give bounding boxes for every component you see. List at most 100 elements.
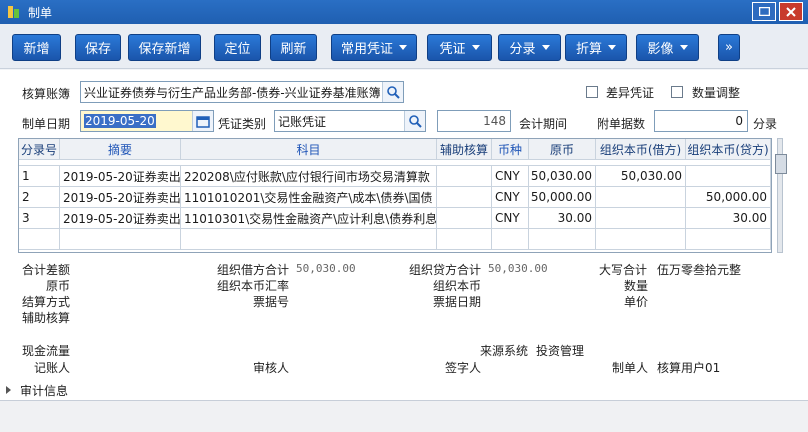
col-header-debit[interactable]: 组织本币(借方) [596,139,686,160]
close-button[interactable] [779,2,803,21]
debit-cell[interactable] [596,187,686,208]
expand-arrow-icon [6,386,11,394]
attachments-field[interactable]: 0 [654,110,748,132]
more-button[interactable]: » [718,34,740,61]
date-value: 2019-05-20 [84,114,156,128]
convert-dropdown[interactable]: 折算 [565,34,627,61]
debit-cell[interactable]: 50,030.00 [596,166,686,187]
save-new-button-label: 保存新增 [138,42,191,57]
voucher-number-value: 148 [483,114,506,128]
empty-cell[interactable] [492,229,529,250]
image-dropdown[interactable]: 影像 [636,34,699,61]
col-header-entry-no[interactable]: 分录号 [19,139,60,160]
voucher-number-field[interactable]: 148 [437,110,511,132]
voucher-type-search-button[interactable] [404,111,425,131]
aux-cell[interactable] [437,187,492,208]
close-icon [786,6,796,17]
summary-cell[interactable]: 2019-05-20证券卖出 [60,187,181,208]
maximize-icon [758,7,770,16]
bookkeeper-label: 记账人 [34,361,71,375]
date-label: 制单日期 [22,117,71,131]
title-bar: 制单 [0,0,808,24]
credit-cell[interactable]: 50,000.00 [686,187,771,208]
status-bar [0,400,808,432]
refresh-button[interactable]: 刷新 [270,34,317,61]
orig-amount-cell[interactable]: 50,030.00 [529,166,596,187]
save-button[interactable]: 保存 [75,34,121,61]
maker-label: 制单人 [612,361,649,375]
settlement-label: 结算方式 [22,295,71,309]
chevron-down-icon [608,45,616,50]
audit-info-toggle[interactable]: 审计信息 [0,379,808,401]
voucher-type-label: 凭证类别 [218,117,267,131]
orig-amount-cell[interactable]: 30.00 [529,208,596,229]
source-system-label: 来源系统 [480,344,529,358]
currency-cell[interactable]: CNY [492,187,529,208]
summary-cell[interactable]: 2019-05-20证券卖出 [60,166,181,187]
summary-cell[interactable]: 2019-05-20证券卖出 [60,208,181,229]
debit-total-value: 50,030.00 [296,262,356,275]
account-cell[interactable]: 220208\应付账款\应付银行间市场交易清算款 [181,166,437,187]
empty-cell[interactable] [529,229,596,250]
col-header-summary[interactable]: 摘要 [60,139,181,160]
empty-cell[interactable] [437,229,492,250]
ledger-search-button[interactable] [382,82,403,102]
qty-adjust-checkbox[interactable] [671,86,683,98]
search-icon [386,85,400,99]
empty-cell[interactable] [181,229,437,250]
col-header-currency[interactable]: 币种 [492,139,529,160]
empty-cell[interactable] [19,229,60,250]
ticket-no-label: 票据号 [253,295,290,309]
currency-cell[interactable]: CNY [492,166,529,187]
toolbar: 新增 保存 保存新增 定位 刷新 常用凭证 凭证 分录 折算 影像 » [0,24,808,69]
col-header-credit[interactable]: 组织本币(贷方) [686,139,771,160]
orig-amount-cell[interactable]: 50,000.00 [529,187,596,208]
add-button[interactable]: 新增 [12,34,61,61]
aux-accounting-label: 辅助核算 [22,311,71,325]
save-button-label: 保存 [84,42,111,57]
common-voucher-dropdown[interactable]: 常用凭证 [331,34,417,61]
debit-total-label: 组织借方合计 [217,263,290,277]
entry-no-cell[interactable]: 1 [19,166,60,187]
calendar-icon [196,115,210,128]
credit-cell[interactable]: 30.00 [686,208,771,229]
empty-cell[interactable] [596,229,686,250]
currency-cell[interactable]: CNY [492,208,529,229]
total-diff-label: 合计差额 [22,263,71,277]
account-cell[interactable]: 11010301\交易性金融资产\应计利息\债券利息 [181,208,437,229]
qty-adjust-label: 数量调整 [692,86,741,100]
date-picker-button[interactable] [192,111,213,131]
locate-button-label: 定位 [224,42,251,57]
price-label: 单价 [624,295,649,309]
window-title: 制单 [28,5,53,20]
rate-label: 组织本币汇率 [217,279,290,293]
attachments-unit: 分录 [753,117,778,131]
empty-cell[interactable] [60,229,181,250]
ledger-field[interactable]: 兴业证券债券与衍生产品业务部-债券-兴业证券基准账簿 [80,81,404,103]
voucher-dropdown[interactable]: 凭证 [427,34,492,61]
maker-value: 核算用户01 [657,361,721,375]
entry-dropdown[interactable]: 分录 [498,34,561,61]
diff-voucher-checkbox[interactable] [586,86,598,98]
ticket-date-label: 票据日期 [433,295,482,309]
credit-cell[interactable] [686,166,771,187]
scrollbar-thumb[interactable] [775,154,787,174]
debit-cell[interactable] [596,208,686,229]
search-icon [408,114,422,128]
col-header-orig[interactable]: 原币 [529,139,596,160]
entry-no-cell[interactable]: 3 [19,208,60,229]
aux-cell[interactable] [437,166,492,187]
save-new-button[interactable]: 保存新增 [128,34,201,61]
account-cell[interactable]: 1101010201\交易性金融资产\成本\债券\国债 [181,187,437,208]
chevron-down-icon [541,45,550,50]
empty-cell[interactable] [686,229,771,250]
maximize-button[interactable] [752,2,776,21]
locate-button[interactable]: 定位 [214,34,261,61]
audit-info-label: 审计信息 [20,383,69,398]
grid-scrollbar[interactable] [772,138,790,253]
uppercase-total-label: 大写合计 [599,263,648,277]
col-header-aux[interactable]: 辅助核算 [437,139,492,160]
aux-cell[interactable] [437,208,492,229]
entry-no-cell[interactable]: 2 [19,187,60,208]
col-header-account[interactable]: 科目 [181,139,437,160]
